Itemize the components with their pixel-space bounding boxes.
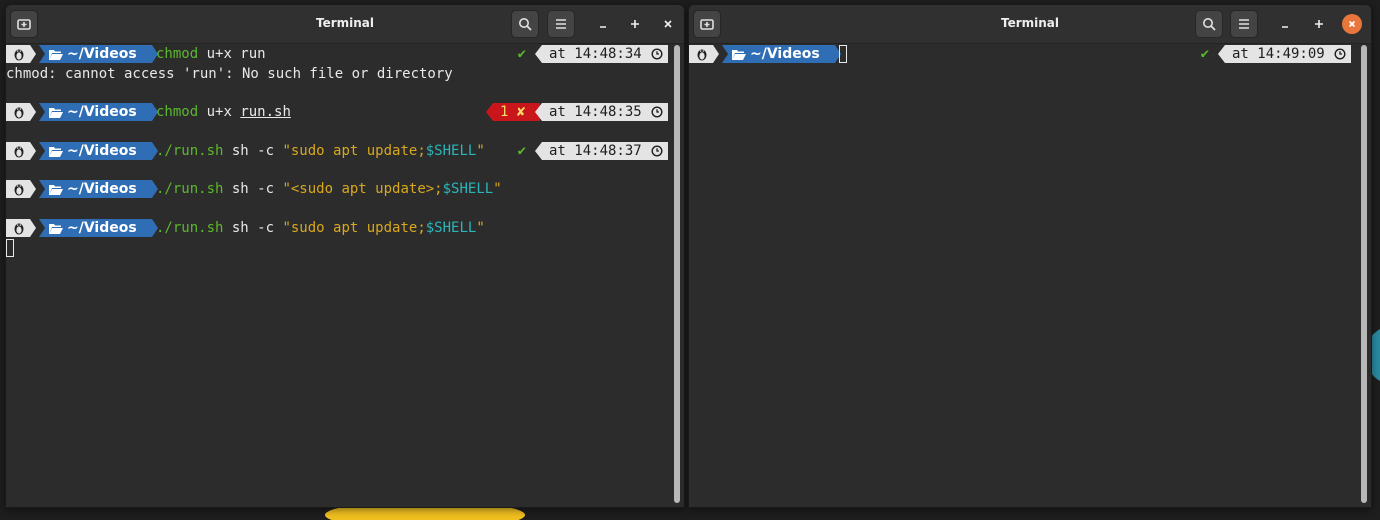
os-segment bbox=[689, 45, 719, 63]
search-icon bbox=[1203, 18, 1216, 31]
directory-segment: ~/Videos bbox=[39, 103, 158, 121]
text-cursor bbox=[6, 239, 14, 257]
directory-segment: ~/Videos bbox=[39, 219, 158, 237]
error-code-segment: 1 ✘ bbox=[486, 103, 540, 121]
timestamp-segment: at 14:48:34 bbox=[535, 45, 668, 63]
linux-tux-icon bbox=[697, 49, 707, 61]
minimize-icon bbox=[600, 26, 606, 28]
command-text: ./run.sh sh -c "sudo apt update;$SHELL" bbox=[156, 143, 485, 159]
search-button[interactable] bbox=[511, 10, 539, 38]
command-output: chmod: cannot access 'run': No such file… bbox=[6, 66, 453, 82]
command-text: ./run.sh sh -c "<sudo apt update>;$SHELL… bbox=[156, 181, 502, 197]
directory-segment: ~/Videos bbox=[39, 142, 158, 160]
prompt-line: ~/Videos ./run.sh sh -c "sudo apt update… bbox=[6, 218, 668, 238]
os-segment bbox=[6, 103, 36, 121]
prompt-line: ~/Videos chmod u+x run.sh 1 ✘ at 14:48:3… bbox=[6, 102, 668, 122]
maximize-icon bbox=[1315, 20, 1323, 28]
success-check-icon: ✔ bbox=[517, 143, 526, 159]
close-icon bbox=[664, 20, 672, 28]
titlebar[interactable]: Terminal bbox=[6, 5, 684, 44]
linux-tux-icon bbox=[14, 146, 24, 158]
success-check-icon: ✔ bbox=[1200, 46, 1209, 62]
clock-icon bbox=[651, 106, 663, 118]
close-button[interactable] bbox=[658, 14, 678, 34]
os-segment bbox=[6, 142, 36, 160]
linux-tux-icon bbox=[14, 107, 24, 119]
terminal-window-right[interactable]: Terminal ~/Videos ✔ at 14:49:09 bbox=[688, 4, 1372, 508]
text-cursor bbox=[839, 45, 847, 63]
search-button[interactable] bbox=[1195, 10, 1223, 38]
clock-icon bbox=[651, 48, 663, 60]
folder-open-icon bbox=[49, 50, 63, 60]
folder-open-icon bbox=[49, 108, 63, 118]
directory-segment: ~/Videos bbox=[39, 180, 158, 198]
os-segment bbox=[6, 180, 36, 198]
folder-open-icon bbox=[732, 50, 746, 60]
terminal-output[interactable]: ~/Videos chmod u+x run ✔ at 14:48:34 chm… bbox=[6, 44, 684, 507]
scrollbar[interactable] bbox=[674, 45, 680, 503]
folder-open-icon bbox=[49, 185, 63, 195]
window-title: Terminal bbox=[315, 16, 375, 30]
menu-button[interactable] bbox=[1230, 10, 1258, 38]
minimize-button[interactable] bbox=[1275, 14, 1295, 34]
scrollbar[interactable] bbox=[1361, 45, 1367, 503]
folder-open-icon bbox=[49, 224, 63, 234]
timestamp-segment: at 14:48:35 bbox=[535, 103, 668, 121]
close-icon bbox=[1348, 20, 1356, 28]
prompt-line: ~/Videos ./run.sh sh -c "<sudo apt updat… bbox=[6, 179, 668, 199]
linux-tux-icon bbox=[14, 223, 24, 235]
os-segment bbox=[6, 219, 36, 237]
directory-segment: ~/Videos bbox=[722, 45, 841, 63]
titlebar[interactable]: Terminal bbox=[689, 5, 1371, 44]
success-check-icon: ✔ bbox=[517, 46, 526, 62]
linux-tux-icon bbox=[14, 184, 24, 196]
maximize-button[interactable] bbox=[625, 14, 645, 34]
minimize-icon bbox=[1282, 26, 1288, 28]
clock-icon bbox=[651, 145, 663, 157]
minimize-button[interactable] bbox=[593, 14, 613, 34]
folder-open-icon bbox=[49, 147, 63, 157]
command-text: chmod u+x run.sh bbox=[156, 104, 291, 120]
close-button[interactable] bbox=[1342, 14, 1362, 34]
hamburger-menu-icon bbox=[1239, 19, 1249, 29]
prompt-line: ~/Videos ./run.sh sh -c "sudo apt update… bbox=[6, 141, 668, 161]
command-text: chmod u+x run bbox=[156, 46, 266, 62]
maximize-button[interactable] bbox=[1309, 14, 1329, 34]
prompt-line: ~/Videos ✔ at 14:49:09 bbox=[689, 44, 1351, 64]
command-text: ./run.sh sh -c "sudo apt update;$SHELL" bbox=[156, 220, 485, 236]
directory-segment: ~/Videos bbox=[39, 45, 158, 63]
hamburger-menu-icon bbox=[556, 19, 566, 29]
terminal-output[interactable]: ~/Videos ✔ at 14:49:09 bbox=[689, 44, 1371, 507]
search-icon bbox=[519, 18, 532, 31]
linux-tux-icon bbox=[14, 49, 24, 61]
os-segment bbox=[6, 45, 36, 63]
terminal-window-left[interactable]: Terminal ~/Videos chmod u+x run ✔ at 14:… bbox=[5, 4, 685, 508]
menu-button[interactable] bbox=[547, 10, 575, 38]
timestamp-segment: at 14:48:37 bbox=[535, 142, 668, 160]
clock-icon bbox=[1334, 48, 1346, 60]
timestamp-segment: at 14:49:09 bbox=[1218, 45, 1351, 63]
window-title: Terminal bbox=[1000, 16, 1060, 30]
maximize-icon bbox=[631, 20, 639, 28]
prompt-line: ~/Videos chmod u+x run ✔ at 14:48:34 bbox=[6, 44, 668, 64]
